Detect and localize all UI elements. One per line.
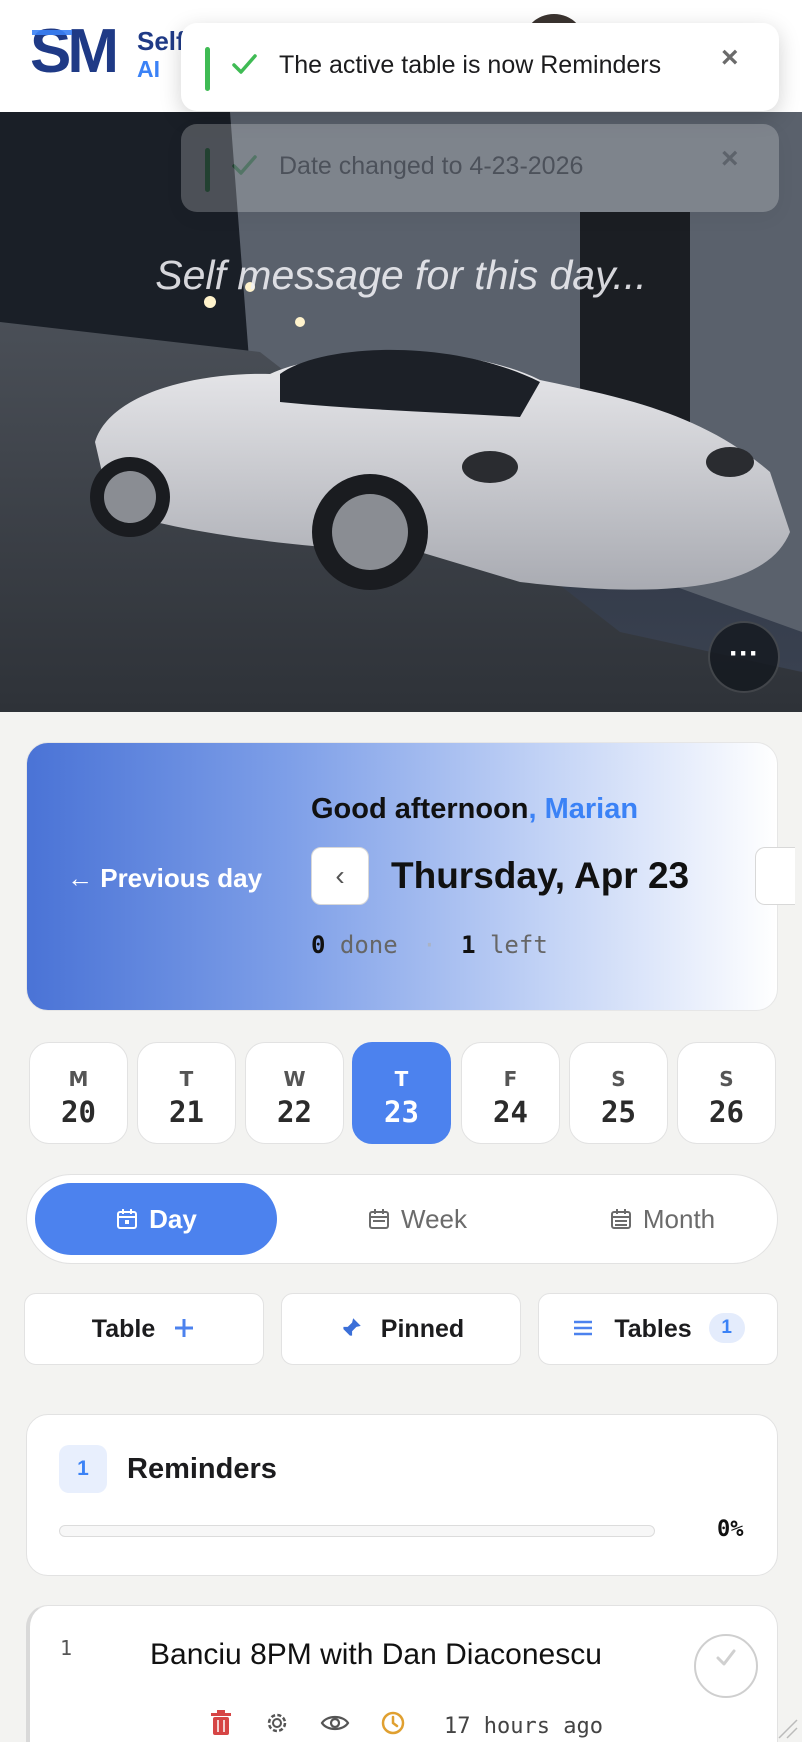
left-count: 1 <box>461 931 476 959</box>
brand-name-line1: Self <box>137 26 185 56</box>
done-count: 0 <box>311 931 326 959</box>
task-counts: 0 done · 1 left <box>311 931 548 959</box>
day-number: 24 <box>493 1095 528 1129</box>
pin-icon <box>341 1318 361 1339</box>
check-icon <box>229 150 259 185</box>
day-number: 20 <box>61 1095 96 1129</box>
tab-month[interactable]: Month <box>567 1183 757 1255</box>
day-letter: M <box>68 1067 89 1091</box>
done-label: done <box>339 931 398 959</box>
reminders-progress-bar <box>59 1525 655 1537</box>
tab-day[interactable]: Day <box>35 1183 277 1255</box>
count-separator: · <box>422 931 437 959</box>
pinned-button[interactable]: Pinned <box>281 1293 521 1365</box>
day-letter: S <box>611 1067 626 1091</box>
previous-day-button[interactable]: ← Previous day <box>67 863 262 894</box>
check-icon <box>229 49 259 84</box>
day-number: 21 <box>169 1095 204 1129</box>
day-tile-mon[interactable]: M 20 <box>29 1042 128 1144</box>
toast-accent-bar <box>205 47 210 91</box>
check-icon <box>716 1649 736 1666</box>
pinned-label: Pinned <box>380 1315 465 1343</box>
calendar-icon <box>117 1208 138 1229</box>
greeting-comma: , <box>528 793 537 825</box>
reminders-progress-percent: 0% <box>717 1517 744 1542</box>
day-letter: F <box>503 1067 518 1091</box>
list-item[interactable]: 1 Banciu 8PM with Dan Diaconescu 17 hour… <box>26 1605 778 1742</box>
day-tile-fri[interactable]: F 24 <box>461 1042 560 1144</box>
day-letter: T <box>394 1067 409 1091</box>
item-index: 1 <box>60 1636 73 1660</box>
toast-message: Date changed to 4-23-2026 <box>279 152 584 180</box>
greeting: Good afternoon, Marian <box>311 793 638 826</box>
day-header-card: ← Previous day Good afternoon, Marian ‹ … <box>26 742 795 1011</box>
day-tile-sat[interactable]: S 25 <box>569 1042 668 1144</box>
resize-handle-icon[interactable] <box>775 1712 799 1740</box>
day-letter: S <box>719 1067 734 1091</box>
item-timestamp: 17 hours ago <box>444 1714 603 1739</box>
calendar-icon <box>369 1208 389 1229</box>
day-letter: T <box>179 1067 194 1091</box>
day-tile-thu-selected[interactable]: T 23 <box>352 1042 451 1144</box>
tab-week[interactable]: Week <box>327 1183 507 1255</box>
chevron-left-button[interactable]: ‹ <box>311 847 369 905</box>
clock-icon <box>380 1710 406 1741</box>
day-tile-tue[interactable]: T 21 <box>137 1042 236 1144</box>
chevron-right-button[interactable] <box>755 847 795 905</box>
chevron-left-icon: ‹ <box>335 860 345 891</box>
plus-icon <box>175 1319 194 1338</box>
item-text[interactable]: Banciu 8PM with Dan Diaconescu <box>150 1638 602 1672</box>
brand-name-line2: AI <box>137 56 160 82</box>
self-message-input[interactable]: Self message for this day... <box>0 252 802 299</box>
add-table-label: Table <box>91 1315 156 1343</box>
more-options-button[interactable]: ··· <box>708 621 780 693</box>
day-number: 26 <box>709 1095 744 1129</box>
day-letter: W <box>283 1067 306 1091</box>
tables-label: Tables <box>614 1315 692 1343</box>
tables-count-badge: 1 <box>708 1313 745 1344</box>
reminders-count-badge: 1 <box>59 1445 107 1493</box>
toast-active-table: The active table is now Reminders × <box>181 23 779 111</box>
toast-date-changed: Date changed to 4-23-2026 × <box>181 124 779 212</box>
calendar-icon <box>610 1208 631 1229</box>
brand-logo-mark[interactable]: SM <box>30 17 134 86</box>
view-switcher: Day Week Month <box>26 1174 778 1264</box>
user-name: Marian <box>544 793 639 825</box>
close-icon[interactable]: × <box>721 41 739 75</box>
menu-lines-icon <box>574 1321 593 1336</box>
reminders-table-header: 1 Reminders 0% <box>26 1414 778 1576</box>
left-label: left <box>489 931 548 959</box>
day-tile-sun[interactable]: S 26 <box>677 1042 776 1144</box>
tab-week-label: Week <box>401 1204 467 1234</box>
add-table-button[interactable]: Table <box>24 1293 264 1365</box>
tab-day-label: Day <box>149 1204 197 1234</box>
day-number: 23 <box>384 1095 419 1129</box>
trash-icon[interactable] <box>210 1710 232 1741</box>
eye-icon[interactable] <box>320 1710 350 1741</box>
reminders-title: Reminders <box>127 1453 277 1485</box>
tables-button[interactable]: Tables 1 <box>538 1293 778 1365</box>
greeting-text: Good afternoon <box>311 793 529 825</box>
day-number: 22 <box>277 1095 312 1129</box>
close-icon[interactable]: × <box>721 142 739 176</box>
toast-accent-bar <box>205 148 210 192</box>
complete-toggle[interactable] <box>694 1634 758 1698</box>
tab-month-label: Month <box>642 1204 716 1234</box>
current-date-title: Thursday, Apr 23 <box>391 855 690 896</box>
day-tile-wed[interactable]: W 22 <box>245 1042 344 1144</box>
toast-message: The active table is now Reminders <box>279 51 662 79</box>
gear-icon[interactable] <box>264 1710 290 1741</box>
day-number: 25 <box>601 1095 636 1129</box>
